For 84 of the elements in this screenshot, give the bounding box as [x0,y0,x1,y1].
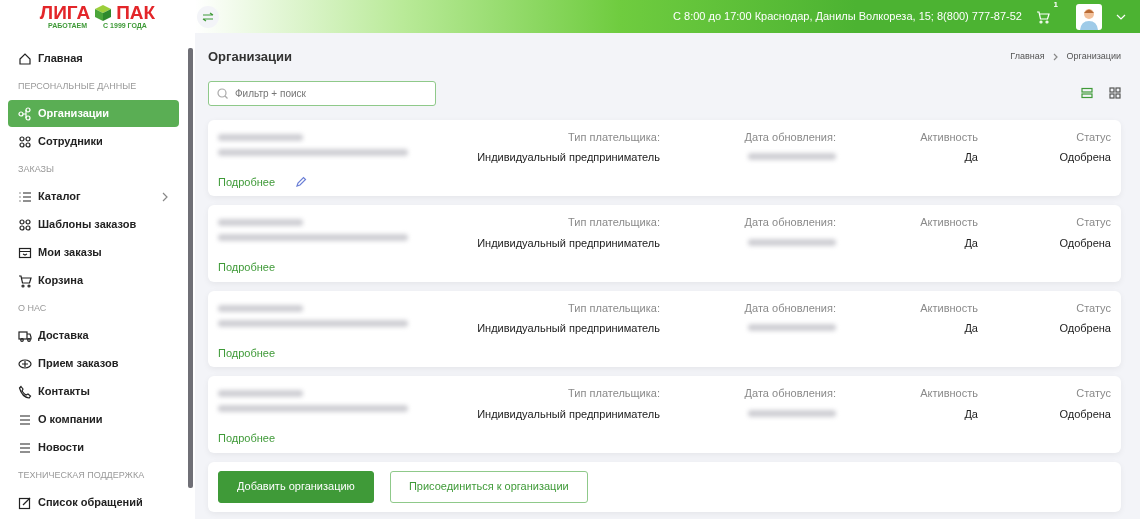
chevron-right-icon [161,191,169,202]
field-value: Одобрена [1059,406,1111,422]
search-field[interactable]: Фильтр + поиск [208,80,436,106]
sidebar-item[interactable]: Сотрудники [8,128,179,155]
search-icon [217,87,228,99]
field-label: Дата обновления: [744,129,836,145]
section-heading: О НАС [17,301,48,315]
join-organization-button[interactable]: Присоединиться к организации [389,470,588,503]
menu-item-icon [18,189,32,204]
section-heading: ЗАКАЗЫ [17,162,55,176]
sidebar-item[interactable]: Каталог [8,183,179,210]
cube-logo-icon [94,3,113,22]
scrollbar-thumb[interactable] [188,48,193,488]
menu-item-icon [18,273,32,288]
menu-item-icon [18,412,32,427]
sidebar-item[interactable]: Контакты [8,378,179,405]
menu-item-icon [18,440,32,455]
field-value: Да [964,150,978,165]
menu-item-icon [18,106,32,121]
section-heading: ПЕРСОНАЛЬНЫЕ ДАННЫЕ [17,79,138,93]
pencil-icon[interactable] [295,175,308,188]
menu-item-icon [18,51,32,66]
field-label: Дата обновления: [744,386,836,401]
field-value: Индивидуальный предприниматель [477,321,660,336]
menu-item-icon [18,217,32,232]
details-link[interactable]: Подробнее [218,259,276,276]
field-label: Статус [1076,215,1111,230]
menu-item-icon [18,245,32,260]
field-value: Индивидуальный предприниматель [477,406,660,422]
add-organization-button[interactable]: Добавить организацию [218,470,374,503]
chevron-right-icon [1052,52,1059,61]
menu-item-icon [18,384,32,399]
field-label: Активность [920,215,978,230]
menu-item-icon [18,328,32,343]
sidebar-toggle-button[interactable] [197,5,219,28]
details-link[interactable]: Подробнее [218,173,276,190]
field-label: Тип плательщика: [568,386,660,401]
field-value: Одобрена [1059,235,1111,251]
sidebar-item[interactable]: Мои заказы [8,239,179,266]
field-label: Активность [920,386,978,401]
field-value: Да [964,406,978,422]
logo-text: ПАК [116,3,156,22]
details-link[interactable]: Подробнее [218,430,276,447]
field-label: Дата обновления: [744,215,836,230]
page-title: Организации [208,48,293,66]
contact-info: С 8:00 до 17:00 Краснодар, Данилы Волкореза, 15; 8(800) 777-87-52 [673,9,1022,25]
field-value: Индивидуальный предприниматель [477,235,660,251]
sidebar-item[interactable]: Список обращений [8,489,179,516]
menu-item-icon [18,356,32,371]
field-value: Одобрена [1059,150,1111,165]
field-value: Одобрена [1059,321,1111,336]
breadcrumb-current: Организации [1066,50,1121,63]
field-label: Тип плательщика: [568,129,660,145]
section-heading: ТЕХНИЧЕСКАЯ ПОДДЕРЖКА [17,468,146,482]
field-value: Да [964,321,978,336]
swap-arrows-icon [202,11,214,22]
sidebar-item[interactable]: Прием заказов [8,350,179,377]
field-label: Тип плательщика: [568,300,660,316]
field-value: Да [964,235,978,251]
field-label: Активность [920,129,978,145]
details-link[interactable]: Подробнее [218,344,276,361]
sidebar-item[interactable]: Главная [8,45,179,72]
field-label: Тип плательщика: [568,215,660,230]
field-label: Дата обновления: [744,300,836,316]
cart-count-label: 1 [1053,0,1058,12]
field-label: Статус [1076,300,1111,316]
field-label: Статус [1076,129,1111,145]
chevron-down-icon[interactable] [1116,13,1126,20]
breadcrumb-link[interactable]: Главная [1010,50,1045,64]
sidebar-item[interactable]: Корзина [8,267,179,294]
sidebar-item[interactable]: Шаблоны заказов [8,211,179,238]
logo-text: ЛИГА [39,3,91,22]
field-label: Статус [1076,386,1111,401]
cart-icon [1036,10,1050,25]
avatar[interactable] [1076,3,1102,30]
sidebar-item[interactable]: О компании [8,406,179,433]
field-label: Активность [920,300,978,316]
menu-item-icon [18,134,32,149]
sidebar-item[interactable]: Новости [8,434,179,461]
list-view-icon[interactable] [1081,87,1093,99]
grid-view-icon[interactable] [1109,87,1121,99]
menu-item-icon [18,495,32,510]
sidebar-item[interactable]: Доставка [8,322,179,349]
field-value: Индивидуальный предприниматель [477,150,660,165]
